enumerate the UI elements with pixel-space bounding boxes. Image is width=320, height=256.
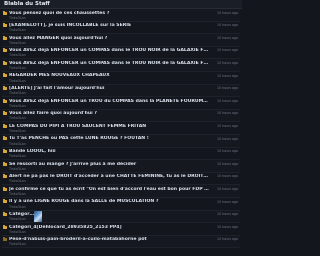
topic-main: Bande LOOOL, hiii Tinko3Lan [9,148,240,159]
topic-row[interactable]: Catégori_4[Déhlocard_28935825_2153 PP4] T… [2,223,240,236]
folder-icon [3,86,7,91]
topic-author[interactable]: Tinko3Lan [9,129,240,133]
topic-row[interactable]: Il y a une LIGNE ROUGE dans la SALLE de … [2,198,240,211]
folder-icon [3,149,7,154]
folder-icon [3,98,7,103]
topic-author[interactable]: Tinko3Lan [9,16,240,20]
topic-main: [ALERTE] J'ai fait l'amour aujourd'hui Ti… [9,85,240,96]
topic-row[interactable]: Bande LOOOL, hiii Tinko3Lan 10 hours ago [2,148,240,161]
folder-icon [3,224,7,229]
topic-row[interactable]: Vous allez faire quoi aujourd'hui ? Tinko… [2,109,240,123]
topic-author[interactable]: Tinko3Lan [9,217,240,221]
topic-timestamp: 10 hours ago [217,35,238,40]
topic-row[interactable]: [ALERTE] J'ai fait l'amour aujourd'hui Ti… [2,84,240,98]
topic-row[interactable]: Catégor… Tinko3Lan 10 hours ago [2,210,240,224]
folder-icon [3,136,7,141]
topic-main: REGARDER MES NOUVEAUX CHAPEAUX Tinko3Lan [9,72,240,83]
folder-icon [3,212,7,216]
topic-main: Vous AVEZ déjà ENFONCER un COMPAS dans l… [9,47,240,58]
folder-icon [3,199,7,204]
topic-row[interactable]: Vous pensez quoi de ces chaussettes ? Tin… [2,9,240,22]
topic-author[interactable]: Tinko3Lan [9,179,240,183]
topic-timestamp: 10 hours ago [217,136,238,141]
topic-timestamp: 10 hours ago [217,224,238,229]
topic-author[interactable]: Tinko3Lan [9,91,240,95]
topic-list: Vous pensez quoi de ces chaussettes ? Tin… [0,9,242,249]
topic-timestamp: 10 hours ago [217,212,238,217]
topic-row[interactable]: Pèse-d'nabuis-pain-broderil-a-cuilo-mata… [2,235,240,249]
topic-timestamp: 10 hours ago [217,149,238,154]
folder-icon [3,60,7,65]
folder-icon [3,161,7,166]
folder-icon [3,23,7,28]
topic-main: Il y a une LIGNE ROUGE dans la SALLE de … [9,198,240,209]
topic-main: Catégor… Tinko3Lan [9,211,240,222]
topic-timestamp: 10 hours ago [217,98,238,103]
topic-row[interactable]: Alert ne pa pas le DROIT d'accéder à une… [2,173,240,186]
topic-main: Vous allez faire quoi aujourd'hui ? Tinko… [9,110,240,121]
forum-title: Blabla du Staff [4,1,50,7]
topic-row[interactable]: Tu T'as PENCHÉ ou PAS cette LUNE ROUGE ?… [2,134,240,148]
topic-main: Vous AVEZ déjà ENFONCER un TROU du COMPA… [9,97,240,108]
topic-author[interactable]: Tinko3Lan [9,79,240,83]
topic-main: LE COMPAS DU PIPI A TROU SAUCENT FEMME F… [9,122,240,133]
topic-row[interactable]: LE COMPAS DU PIPI A TROU SAUCENT FEMME F… [2,122,240,135]
topic-row[interactable]: Se ressorti au mange ? J'arrive plus à m… [2,160,240,173]
forum-header: Blabla du Staff [0,0,242,9]
topic-timestamp: 10 hours ago [217,23,238,28]
topic-author[interactable]: Tinko3Lan [9,104,240,108]
topic-main: Vous AVEZ déjà ENFONCER un COMPAS dans l… [9,59,240,70]
topic-row[interactable]: Je confirme ce que tu as écrit "On est b… [2,185,240,198]
topic-timestamp: 10 hours ago [217,123,238,128]
topic-author[interactable]: Tinko3Lan [9,28,240,32]
topic-main: Je confirme ce que tu as écrit "On est b… [9,185,240,196]
topic-author[interactable]: Tinko3Lan [9,230,240,234]
topic-author[interactable]: Tinko3Lan [9,242,240,246]
topic-row[interactable]: Vous allez MANGER quoi aujourd'hui ? Tink… [2,34,240,47]
topic-timestamp: 10 hours ago [217,60,238,65]
topic-timestamp: 10 hours ago [217,111,238,116]
topic-author[interactable]: Tinko3Lan [9,154,240,158]
topic-row[interactable]: Vous AVEZ déjà ENFONCER un COMPAS dans l… [2,59,240,72]
topic-thumbnail-image[interactable] [34,211,42,222]
topic-main: Se ressorti au mange ? J'arrive plus à m… [9,160,240,171]
topic-author[interactable]: Tinko3Lan [9,53,240,57]
folder-icon [3,186,7,191]
folder-icon [3,111,7,116]
topic-row[interactable]: [EXANIELOTT], je suis INCOLLABLE sur la … [2,22,240,35]
topic-timestamp: 10 hours ago [217,161,238,166]
topic-row[interactable]: Vous AVEZ déjà ENFONCER un COMPAS dans l… [2,47,240,60]
topic-main: Vous allez MANGER quoi aujourd'hui ? Tink… [9,34,240,45]
topic-author[interactable]: Tinko3Lan [9,167,240,171]
topic-timestamp: 10 hours ago [217,237,238,242]
topic-author[interactable]: Tinko3Lan [9,116,240,120]
topic-main: Pèse-d'nabuis-pain-broderil-a-cuilo-mata… [9,236,240,247]
topic-row[interactable]: Vous AVEZ déjà ENFONCER un TROU du COMPA… [2,97,240,110]
topic-author[interactable]: Tinko3Lan [9,66,240,70]
folder-icon [3,174,7,179]
topic-timestamp: 10 hours ago [217,86,238,91]
folder-icon [3,35,7,40]
topic-main: Vous pensez quoi de ces chaussettes ? Tin… [9,9,240,20]
topic-timestamp: 10 hours ago [217,186,238,191]
topic-timestamp: 10 hours ago [217,73,238,78]
topic-timestamp: 10 hours ago [217,199,238,204]
topic-author[interactable]: Tinko3Lan [9,205,240,209]
folder-icon [3,123,7,128]
folder-icon [3,10,7,15]
topic-author[interactable]: Tinko3Lan [9,192,240,196]
topic-main: Tu T'as PENCHÉ ou PAS cette LUNE ROUGE ?… [9,135,240,146]
folder-icon [3,237,7,242]
topic-main: [EXANIELOTT], je suis INCOLLABLE sur la … [9,22,240,33]
topic-author[interactable]: Tinko3Lan [9,142,240,146]
topic-main: Catégori_4[Déhlocard_28935825_2153 PP4] T… [9,223,240,234]
topic-timestamp: 10 hours ago [217,174,238,179]
folder-icon [3,73,7,78]
topic-main: Alert ne pa pas le DROIT d'accéder à une… [9,173,240,184]
topic-timestamp: 10 hours ago [217,48,238,53]
topic-row[interactable]: REGARDER MES NOUVEAUX CHAPEAUX Tinko3Lan 1… [2,72,240,85]
topic-timestamp: 10 hours ago [217,10,238,15]
folder-icon [3,48,7,53]
topic-author[interactable]: Tinko3Lan [9,41,240,45]
